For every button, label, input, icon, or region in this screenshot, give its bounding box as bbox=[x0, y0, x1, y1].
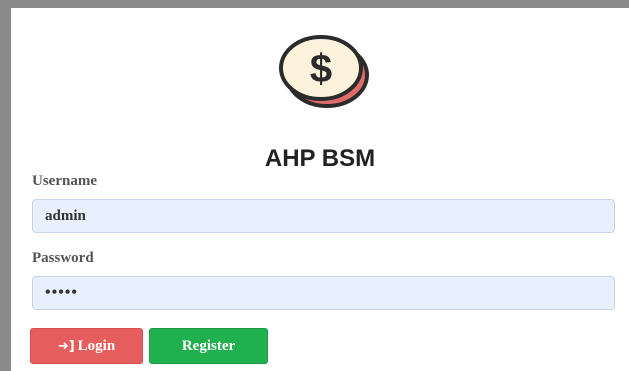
register-button-label: Register bbox=[181, 337, 236, 354]
login-window: $ AHP BSM Username admin Password ••••• … bbox=[0, 0, 629, 371]
window-border-top bbox=[0, 0, 629, 8]
password-input[interactable]: ••••• bbox=[32, 276, 615, 310]
password-label: Password bbox=[32, 250, 94, 266]
login-button-label: Login bbox=[77, 337, 116, 354]
dollar-symbol: $ bbox=[310, 47, 332, 91]
login-button[interactable]: ➜] Login bbox=[30, 328, 143, 364]
password-value: ••••• bbox=[45, 284, 79, 301]
username-value: admin bbox=[45, 208, 86, 224]
dollar-coin-icon: $ bbox=[279, 35, 369, 108]
username-label: Username bbox=[32, 173, 97, 189]
window-border-left bbox=[0, 0, 11, 371]
register-button[interactable]: Register bbox=[149, 328, 268, 364]
sign-in-icon: ➜] bbox=[57, 338, 75, 354]
app-title: AHP BSM bbox=[264, 145, 376, 172]
login-card: $ AHP BSM Username admin Password ••••• … bbox=[11, 8, 629, 371]
username-input[interactable]: admin bbox=[32, 199, 615, 233]
